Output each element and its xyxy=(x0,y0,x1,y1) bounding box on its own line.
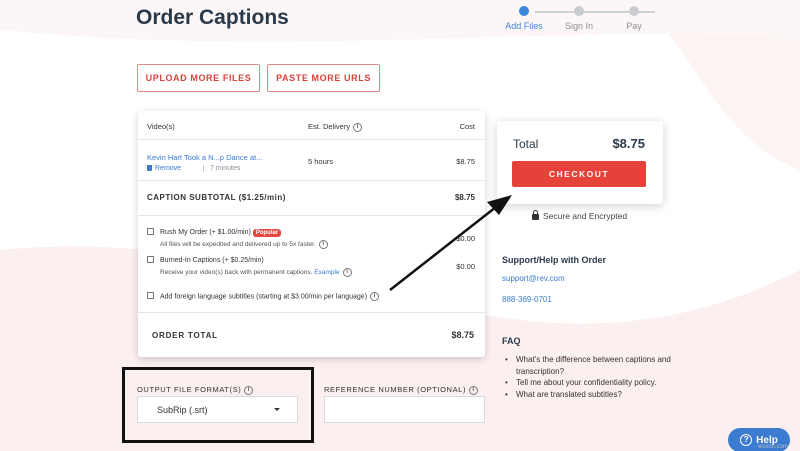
caption-subtotal-label: CAPTION SUBTOTAL ($1.25/min) xyxy=(147,193,286,202)
item-cost: $8.75 xyxy=(456,157,475,166)
step-dot-icon xyxy=(519,6,529,16)
rush-order-description: All files will be expedited and delivere… xyxy=(160,240,328,249)
reference-label-text: REFERENCE NUMBER (OPTIONAL) xyxy=(324,385,467,394)
output-format-label-text: OUTPUT FILE FORMAT(S) xyxy=(137,385,242,394)
support-email-link[interactable]: support@rev.com xyxy=(502,274,565,283)
info-icon[interactable]: i xyxy=(370,292,380,301)
step-label: Add Files xyxy=(505,21,543,31)
secure-label: Secure and Encrypted xyxy=(543,211,628,221)
checkout-button[interactable]: CHECKOUT xyxy=(512,161,646,187)
delivery-value: 5 hours xyxy=(308,157,334,166)
burned-in-price: $0.00 xyxy=(456,262,475,271)
step-label: Pay xyxy=(626,21,642,31)
step-add-files: Add Files xyxy=(494,5,554,31)
dropdown-caret-icon xyxy=(274,408,280,411)
option-label: Rush My Order (+ $1.00/min) xyxy=(160,229,251,236)
step-sign-in: Sign In xyxy=(549,5,609,31)
output-format-label: OUTPUT FILE FORMAT(S) i xyxy=(137,385,254,395)
faq-item[interactable]: What's the difference between captions a… xyxy=(505,354,685,377)
option-sub-text: All files will be expedited and delivere… xyxy=(160,241,316,249)
paste-more-urls-button[interactable]: PASTE MORE URLS xyxy=(267,64,380,92)
burned-in-option[interactable]: Burned-In Captions (+ $0.25/min) xyxy=(147,256,264,264)
question-icon: ? xyxy=(740,434,753,446)
watermark: wsxdn.com xyxy=(758,444,789,450)
checkout-total-value: $8.75 xyxy=(612,136,645,151)
faq-item[interactable]: What are translated subtitles? xyxy=(505,389,685,401)
reference-number-label: REFERENCE NUMBER (OPTIONAL) i xyxy=(324,385,479,395)
column-header-cost: Cost xyxy=(459,122,475,131)
lock-icon xyxy=(532,210,539,220)
support-title: Support/Help with Order xyxy=(502,255,607,265)
delivery-header-label: Est. Delivery xyxy=(308,122,351,131)
rush-order-price: $0.00 xyxy=(456,234,475,243)
column-header-videos: Video(s) xyxy=(147,122,175,131)
step-pay: Pay xyxy=(604,5,664,31)
checkout-total-label: Total xyxy=(513,137,539,151)
info-icon[interactable]: i xyxy=(318,240,328,249)
video-title-link[interactable]: Kevin Hart Took a N...p Dance at... xyxy=(147,153,262,162)
foreign-subtitles-checkbox[interactable] xyxy=(147,292,154,300)
rush-order-option[interactable]: Rush My Order (+ $1.00/min) Popular xyxy=(147,228,282,237)
video-duration: 7 minutes xyxy=(203,165,240,172)
example-link[interactable]: Example xyxy=(314,269,339,276)
step-dot-icon xyxy=(574,6,584,16)
checkout-card: Total $8.75 CHECKOUT xyxy=(497,121,663,204)
order-total-label: ORDER TOTAL xyxy=(152,331,218,340)
remove-link[interactable]: Remove xyxy=(147,165,181,172)
output-format-value: SubRip (.srt) xyxy=(157,404,208,415)
info-icon[interactable]: i xyxy=(469,385,479,395)
option-sub-text: Receive your video(s) back with permanen… xyxy=(160,269,313,277)
order-total-value: $8.75 xyxy=(451,330,474,340)
progress-stepper: Add Files Sign In Pay xyxy=(505,5,655,35)
faq-item[interactable]: Tell me about your confidentiality polic… xyxy=(505,377,685,389)
info-icon[interactable]: i xyxy=(244,385,254,395)
page-title: Order Captions xyxy=(136,6,289,29)
info-icon[interactable]: i xyxy=(353,122,363,132)
reference-number-input[interactable] xyxy=(324,396,485,423)
burned-in-description: Receive your video(s) back with permanen… xyxy=(160,268,352,277)
remove-label: Remove xyxy=(155,165,182,172)
foreign-subtitles-option[interactable]: Add foreign language subtitles (starting… xyxy=(147,292,380,301)
step-label: Sign In xyxy=(564,21,594,31)
info-icon[interactable]: i xyxy=(342,268,352,277)
step-dot-icon xyxy=(629,6,639,16)
faq-list: What's the difference between captions a… xyxy=(505,354,685,400)
option-label: Add foreign language subtitles (starting… xyxy=(160,293,368,301)
burned-in-checkbox[interactable] xyxy=(147,256,154,263)
output-format-select[interactable]: SubRip (.srt) xyxy=(137,396,298,423)
caption-subtotal-value: $8.75 xyxy=(454,193,475,202)
rush-order-checkbox[interactable] xyxy=(147,228,154,235)
secure-notice: Secure and Encrypted xyxy=(532,210,628,221)
support-phone-link[interactable]: 888-369-0701 xyxy=(502,295,552,304)
trash-icon xyxy=(147,165,152,171)
option-label: Burned-In Captions (+ $0.25/min) xyxy=(160,257,264,264)
faq-title: FAQ xyxy=(502,336,521,346)
popular-badge: Popular xyxy=(252,229,282,237)
order-summary-card: Video(s) Est. Delivery i Cost Kevin Hart … xyxy=(138,111,485,357)
upload-more-files-button[interactable]: UPLOAD MORE FILES xyxy=(137,64,260,92)
column-header-delivery: Est. Delivery i xyxy=(308,122,363,132)
